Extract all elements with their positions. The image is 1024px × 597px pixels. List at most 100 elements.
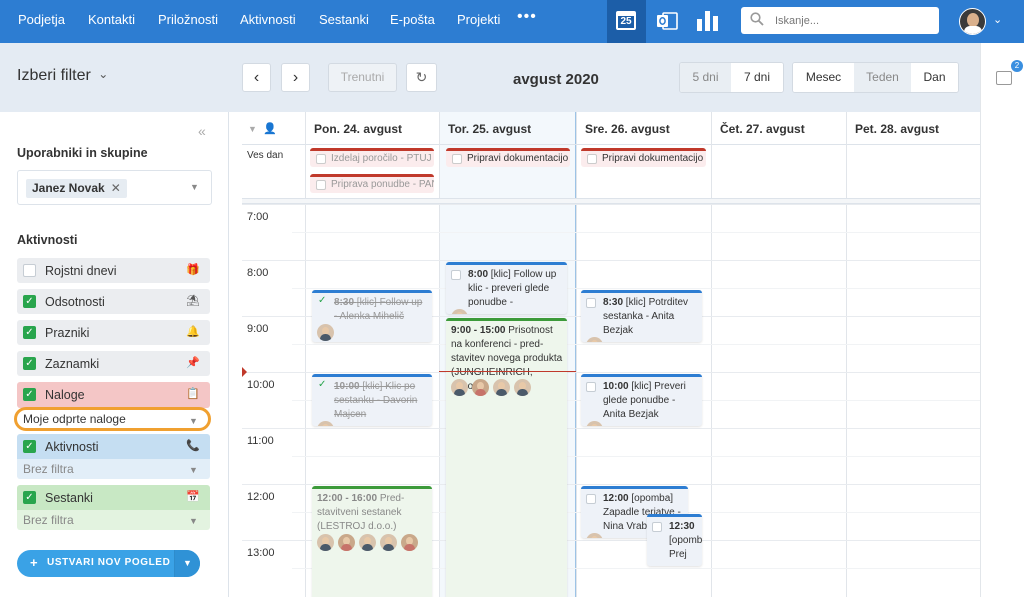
current-button[interactable]: Trenutni <box>328 63 397 92</box>
allday-event[interactable]: Izdelaj poročilo - PTUJ <box>310 148 434 167</box>
checkbox[interactable] <box>451 270 461 280</box>
remove-tag-icon[interactable]: ✕ <box>111 181 121 195</box>
checkbox[interactable]: ✓ <box>23 491 36 504</box>
checkbox[interactable] <box>586 298 596 308</box>
umbrella-icon: ⛱ <box>186 295 200 307</box>
checkbox[interactable]: ✓ <box>23 357 36 370</box>
more-menu-button[interactable]: ••• <box>517 8 537 26</box>
day-header[interactable]: Tor. 25. avgust <box>439 112 576 145</box>
aktivnosti-filter-select[interactable]: Brez filtra ▼ <box>17 459 210 479</box>
create-view-button[interactable]: + USTVARI NOV POGLED ▼ <box>17 550 200 577</box>
checkbox[interactable]: ✓ <box>23 326 36 339</box>
day-header[interactable]: Pet. 28. avgust <box>846 112 980 145</box>
next-button[interactable]: › <box>281 63 310 92</box>
month-view-button[interactable]: Mesec <box>793 63 854 92</box>
naloge-filter-select[interactable]: Moje odprte naloge ▼ <box>14 407 211 431</box>
collapse-sidebar-button[interactable]: « <box>198 123 206 139</box>
checkbox[interactable]: ✓ <box>23 440 36 453</box>
users-select[interactable]: Janez Novak ✕ ▼ <box>17 170 212 205</box>
nav-item-projekti[interactable]: Projekti <box>457 12 500 27</box>
sort-arrow-icon[interactable]: ▼ <box>248 124 257 134</box>
search-input[interactable] <box>775 7 935 34</box>
checkbox[interactable]: ✓ <box>23 388 36 401</box>
filter-dropdown[interactable]: Izberi filter ⌄ <box>17 67 108 85</box>
calendar-event[interactable]: ✓ 10:00 [klic] Klic po sestanku - Davori… <box>312 374 432 426</box>
participant-avatar <box>472 379 489 396</box>
chevron-down-icon[interactable]: ⌄ <box>993 13 1002 26</box>
notification-badge: 2 <box>1011 60 1023 72</box>
clipboard-icon: 📋 <box>186 388 200 400</box>
week-view-button[interactable]: Teden <box>854 63 911 92</box>
check-icon: ✓ <box>318 295 327 306</box>
allday-event[interactable]: Pripravi dokumentacijo <box>446 148 570 167</box>
allday-event[interactable]: Priprava ponudbe - PAN <box>310 174 434 193</box>
user-tag-label: Janez Novak <box>32 181 105 195</box>
nav-item-eposta[interactable]: E-pošta <box>390 12 435 27</box>
refresh-button[interactable]: ↻ <box>406 63 437 92</box>
activity-filter-odsotnosti[interactable]: ✓ Odsotnosti ⛱ <box>17 289 210 314</box>
activity-filter-aktivnosti[interactable]: ✓ Aktivnosti 📞 <box>17 434 210 459</box>
user-avatar[interactable] <box>959 8 986 35</box>
day-header[interactable]: Čet. 27. avgust <box>711 112 846 145</box>
user-icon[interactable]: 👤 <box>263 122 277 135</box>
checkbox[interactable] <box>316 154 326 164</box>
7-days-button[interactable]: 7 dni <box>731 63 783 92</box>
participant-avatar <box>317 421 334 426</box>
time-label: 7:00 <box>247 211 269 223</box>
participant-avatar <box>586 337 603 342</box>
nav-item-kontakti[interactable]: Kontakti <box>88 12 135 27</box>
bell-icon: 🔔 <box>186 326 200 338</box>
prev-button[interactable]: ‹ <box>242 63 271 92</box>
dropdown-arrow-icon: ▼ <box>189 416 198 426</box>
activity-filter-sestanki[interactable]: ✓ Sestanki 📅 <box>17 485 210 510</box>
activity-filter-prazniki[interactable]: ✓ Prazniki 🔔 <box>17 320 210 345</box>
participant-avatar <box>493 379 510 396</box>
sestanki-filter-select[interactable]: Brez filtra ▼ <box>17 510 210 530</box>
calendar-nav-button[interactable]: 25 <box>607 0 646 43</box>
calendar-event[interactable]: 9:00 - 15:00 Prisotnost na konferenci - … <box>446 318 567 597</box>
current-time-line <box>439 371 576 372</box>
activity-filter-naloge[interactable]: ✓ Naloge 📋 <box>17 382 210 408</box>
reports-chart-icon[interactable] <box>697 11 719 31</box>
checkbox[interactable] <box>316 180 326 190</box>
gift-icon: 🎁 <box>186 264 200 276</box>
nav-item-priloznosti[interactable]: Priložnosti <box>158 12 218 27</box>
create-view-label: USTVARI NOV POGLED <box>47 557 171 568</box>
nav-item-sestanki[interactable]: Sestanki <box>319 12 369 27</box>
checkbox[interactable] <box>452 154 462 164</box>
calendar-event[interactable]: 12:30 [opomba] Prej <box>647 514 702 566</box>
checkbox[interactable] <box>652 522 662 532</box>
nav-item-podjetja[interactable]: Podjetja <box>18 12 65 27</box>
checkbox[interactable] <box>586 494 596 504</box>
calendar-event[interactable]: 12:00 - 16:00 Pred-stavitveni sestanek (… <box>312 486 432 597</box>
day-view-button[interactable]: Dan <box>911 63 958 92</box>
allday-event[interactable]: Pripravi dokumentacijo <box>581 148 706 167</box>
participant-avatar <box>586 421 603 426</box>
5-days-button[interactable]: 5 dni <box>680 63 731 92</box>
participant-avatar <box>317 324 334 341</box>
participant-avatar <box>514 379 531 396</box>
checkbox[interactable] <box>586 382 596 392</box>
calendar-event[interactable]: 10:00 [klic] Preveri glede ponudbe - Ani… <box>581 374 702 426</box>
activity-label: Naloge <box>45 388 85 402</box>
nav-item-aktivnosti[interactable]: Aktivnosti <box>240 12 296 27</box>
time-label: 11:00 <box>247 435 274 447</box>
checkbox[interactable]: ✓ <box>23 295 36 308</box>
view-toggle: Mesec Teden Dan <box>792 62 959 93</box>
day-header[interactable]: Sre. 26. avgust <box>576 112 711 145</box>
checkbox[interactable] <box>23 264 36 277</box>
day-header[interactable]: Pon. 24. avgust <box>305 112 439 145</box>
check-icon: ✓ <box>318 379 327 390</box>
activity-filter-rojstni-dnevi[interactable]: Rojstni dnevi 🎁 <box>17 258 210 283</box>
reminders-icon[interactable] <box>996 71 1012 85</box>
calendar-event[interactable]: ✓ 8:30 [klic] Follow up - Alenka Mihelič <box>312 290 432 342</box>
current-time-marker <box>242 367 247 377</box>
checkbox[interactable] <box>587 154 597 164</box>
calendar-icon: 📅 <box>186 491 200 503</box>
outlook-icon[interactable] <box>655 9 679 33</box>
activity-filter-zaznamki[interactable]: ✓ Zaznamki 📌 <box>17 351 210 376</box>
calendar-event[interactable]: 8:00 [klic] Follow up klic - preveri gle… <box>446 262 567 314</box>
calendar-event[interactable]: 8:30 [klic] Potrditev sestanka - Anita B… <box>581 290 702 342</box>
chevron-down-icon[interactable]: ▼ <box>174 550 200 577</box>
filter-title: Izberi filter <box>17 67 91 84</box>
